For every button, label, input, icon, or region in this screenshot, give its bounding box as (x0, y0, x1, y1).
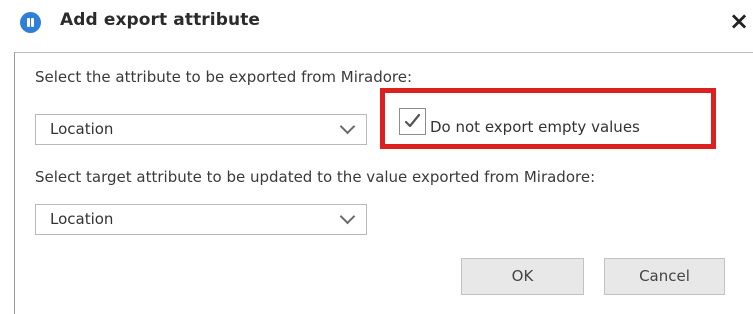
dialog-body: Select the attribute to be exported from… (14, 52, 753, 314)
source-attribute-value: Location (50, 120, 114, 138)
checkmark-icon (404, 113, 421, 128)
target-attribute-label: Select target attribute to be updated to… (35, 168, 596, 186)
close-icon[interactable]: × (725, 6, 753, 36)
miradore-logo-icon (20, 12, 41, 33)
source-attribute-select[interactable]: Location (35, 114, 367, 145)
chevron-down-icon (339, 208, 356, 225)
checkbox-box[interactable] (399, 108, 426, 135)
add-export-attribute-dialog: Add export attribute × Select the attrib… (0, 0, 753, 314)
cancel-button[interactable]: Cancel (604, 258, 725, 295)
ok-button[interactable]: OK (461, 258, 584, 295)
dialog-titlebar: Add export attribute × (0, 0, 753, 52)
dialog-title: Add export attribute (60, 10, 261, 30)
target-attribute-value: Location (50, 210, 114, 228)
target-attribute-select[interactable]: Location (35, 204, 367, 235)
source-attribute-label: Select the attribute to be exported from… (35, 68, 413, 86)
checkbox-label: Do not export empty values (430, 118, 640, 136)
chevron-down-icon (339, 118, 356, 135)
